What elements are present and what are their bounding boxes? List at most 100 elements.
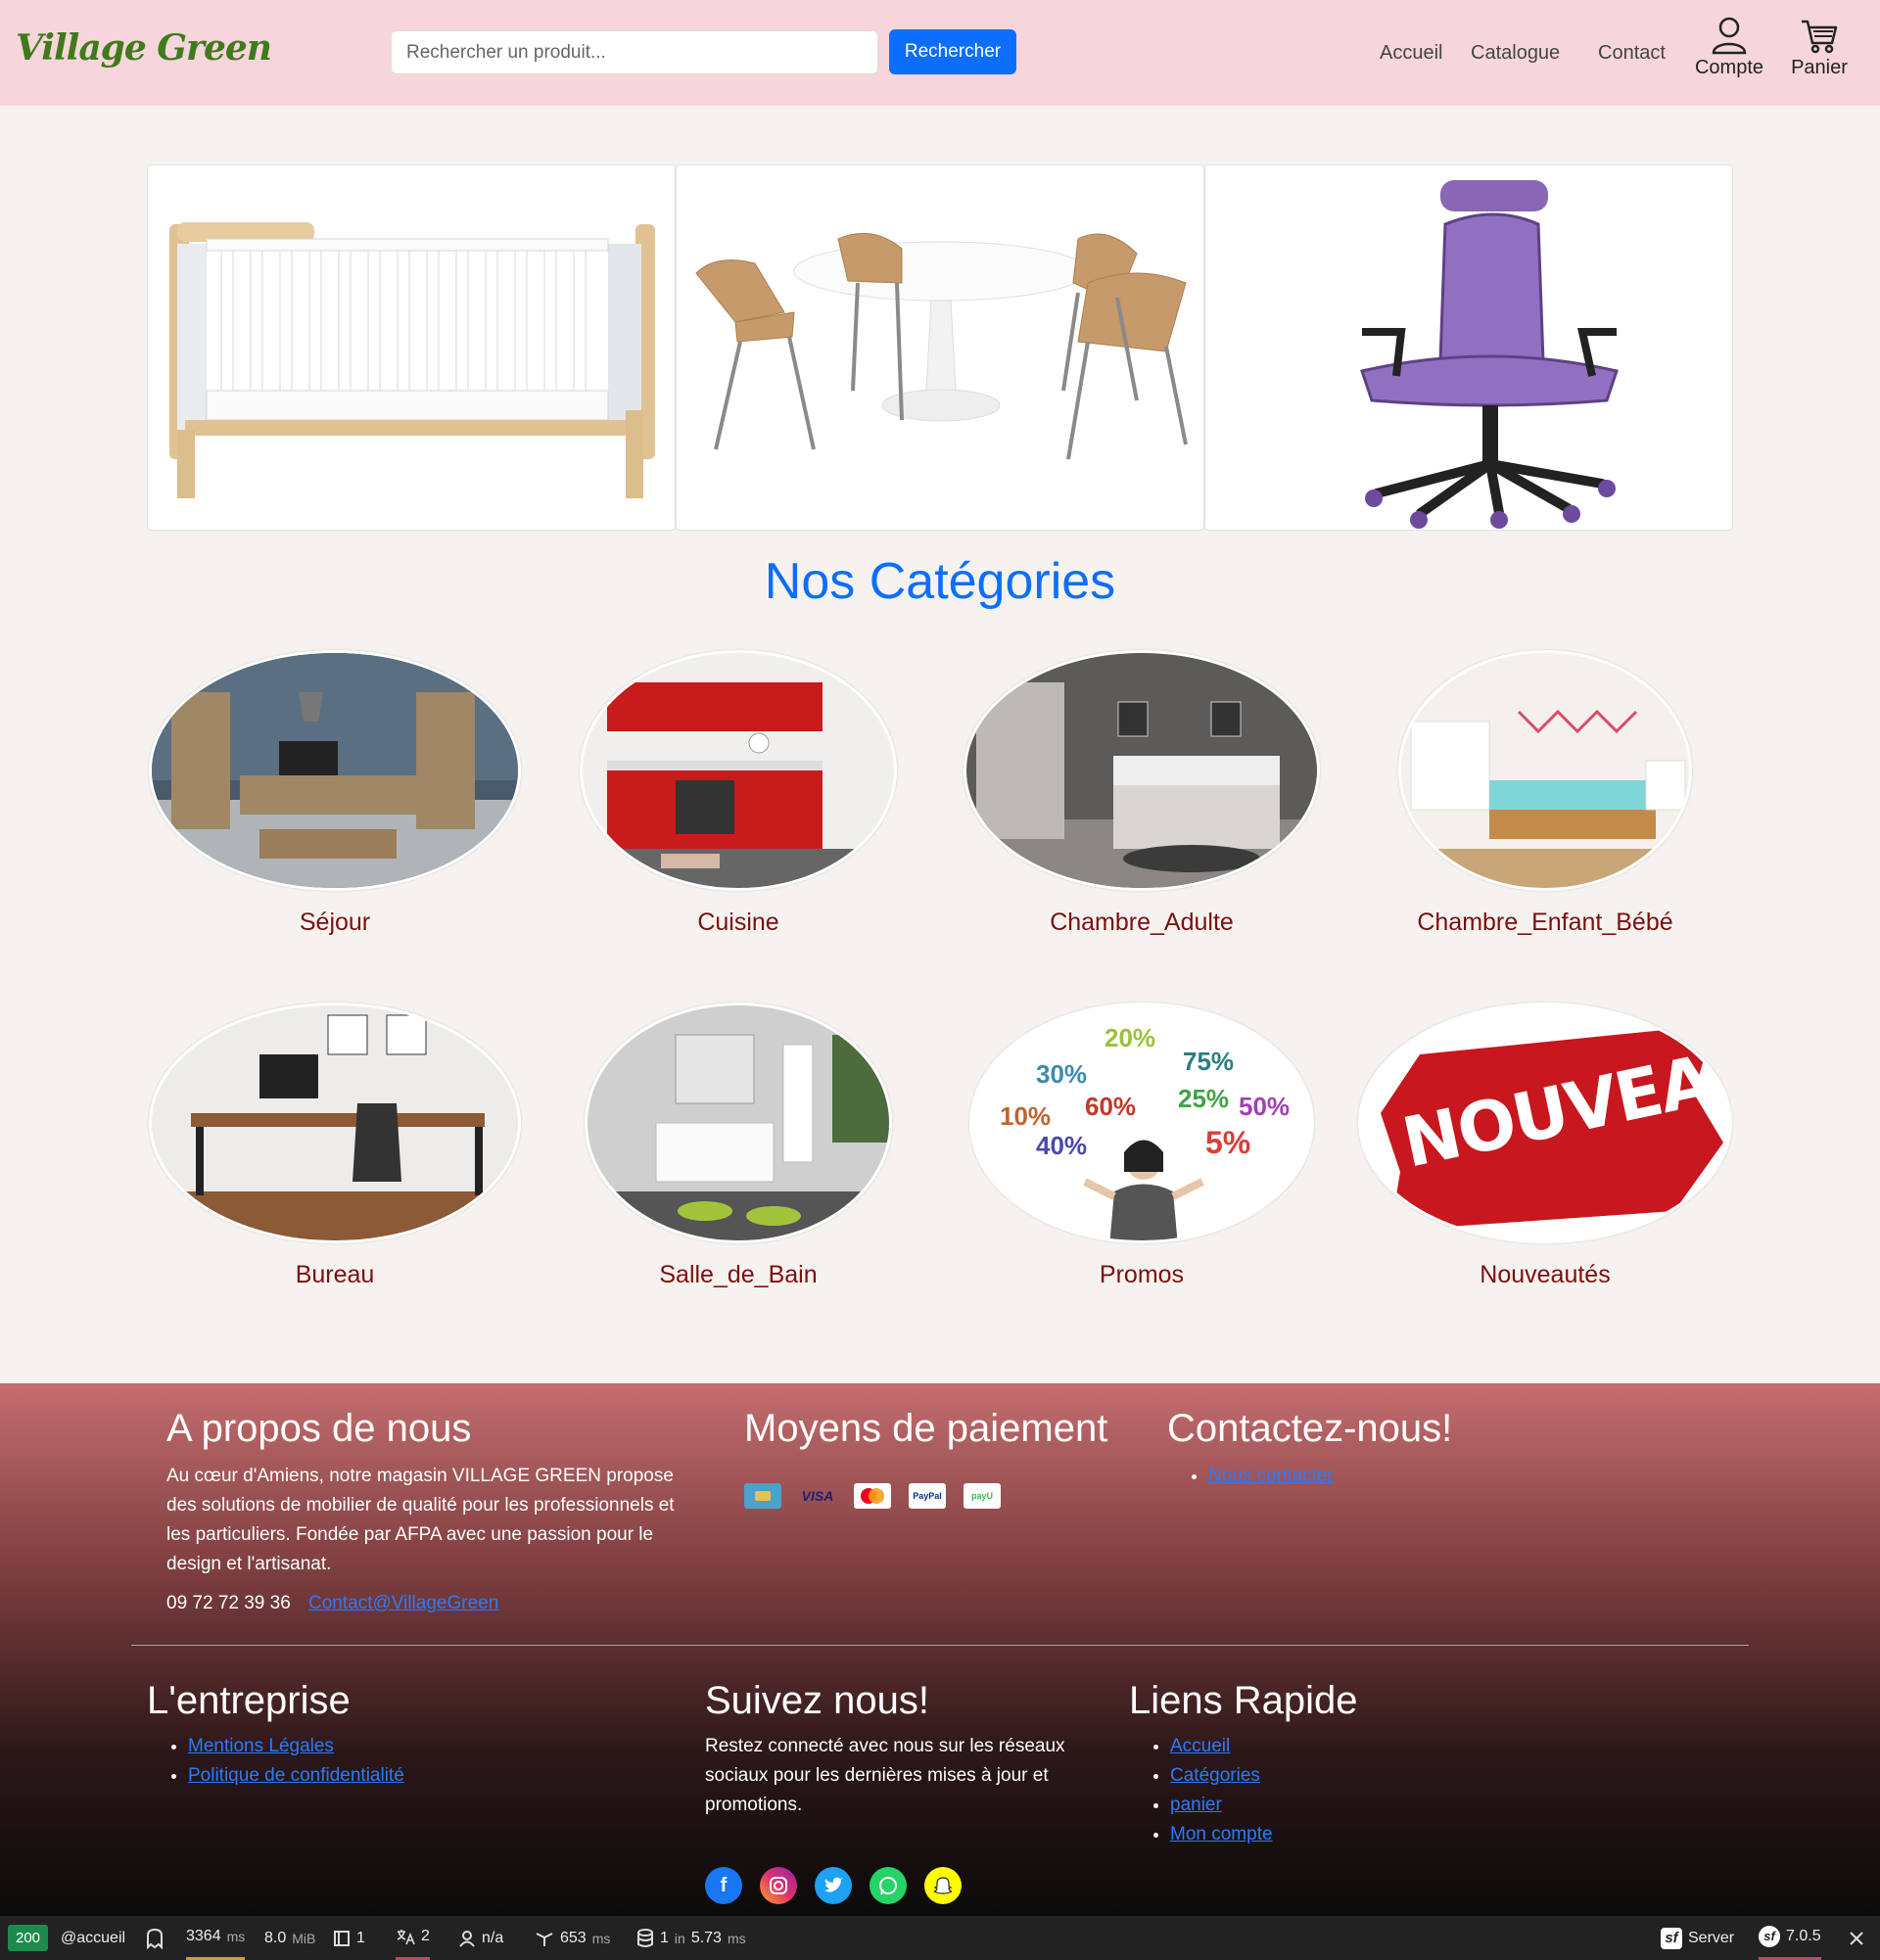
debug-status[interactable]: 200 — [8, 1916, 49, 1960]
search-input[interactable] — [391, 30, 878, 74]
db-unit: ms — [727, 1930, 746, 1946]
debug-server[interactable]: sf Server — [1661, 1916, 1734, 1960]
cart-icon — [1802, 20, 1838, 54]
category-bureau[interactable]: Bureau — [149, 1003, 521, 1289]
quick-link-account[interactable]: Mon compte — [1170, 1824, 1273, 1844]
category-image-chambre-enfant-bebe[interactable] — [1398, 650, 1692, 891]
debug-ghost[interactable] — [145, 1916, 164, 1960]
nav-catalog[interactable]: Catalogue — [1471, 42, 1560, 65]
quick-links: Accueil Catégories panier Mon compte — [1149, 1732, 1273, 1849]
symfony-icon: sf — [1661, 1927, 1682, 1949]
carousel-slide-crib[interactable] — [147, 164, 676, 531]
ajax-time: 653 — [560, 1929, 587, 1946]
footer-divider — [131, 1645, 1749, 1646]
ajax-unit: ms — [591, 1930, 611, 1946]
category-nouveautes[interactable]: NOUVEAU Nouveautés — [1358, 1003, 1732, 1289]
nav-cart[interactable]: Panier — [1784, 16, 1855, 79]
quick-list-item: Accueil — [1170, 1732, 1273, 1761]
privacy-link[interactable]: Politique de confidentialité — [188, 1765, 404, 1786]
search-button[interactable]: Rechercher — [889, 29, 1016, 74]
company-title: L'entreprise — [147, 1679, 351, 1722]
memory-value: 8.0 — [264, 1929, 287, 1946]
category-image-nouveautes[interactable]: NOUVEAU — [1358, 1003, 1732, 1243]
debug-version[interactable]: sf 7.0.5 — [1759, 1916, 1821, 1960]
category-label: Nouveautés — [1480, 1261, 1611, 1288]
user-icon — [1712, 17, 1747, 55]
ghost-icon — [147, 1928, 163, 1949]
time-unit: ms — [226, 1929, 246, 1944]
debug-route[interactable]: @accueil — [61, 1916, 125, 1960]
phone-number: 09 72 72 39 36 — [166, 1593, 291, 1613]
debug-time[interactable]: 3364 ms — [186, 1916, 246, 1960]
debug-close-button[interactable] — [1849, 1916, 1864, 1960]
category-cuisine[interactable]: Cuisine — [580, 650, 897, 937]
category-image-promos[interactable]: 20% 30% 75% 10% 60% 25% 50% 40% 5% — [969, 1003, 1314, 1243]
nav-home[interactable]: Accueil — [1380, 42, 1442, 65]
server-label: Server — [1688, 1929, 1735, 1946]
debug-database[interactable]: 1 in 5.73 ms — [636, 1916, 746, 1960]
db-time: 5.73 — [690, 1929, 722, 1946]
twitter-icon[interactable] — [815, 1867, 852, 1904]
nav-contact[interactable]: Contact — [1598, 42, 1666, 65]
cart-label: Panier — [1791, 57, 1848, 78]
forms-count: 1 — [356, 1929, 365, 1946]
whatsapp-icon[interactable] — [870, 1867, 907, 1904]
promo-percent: 75% — [1183, 1047, 1235, 1076]
category-image-salle-de-bain[interactable] — [585, 1003, 892, 1243]
debug-memory[interactable]: 8.0 MiB — [264, 1916, 315, 1960]
quick-list-item: panier — [1170, 1791, 1273, 1820]
translations-count: 2 — [421, 1928, 430, 1944]
category-image-chambre-adulte[interactable] — [964, 650, 1320, 891]
quick-list-item: Catégories — [1170, 1761, 1273, 1791]
email-link[interactable]: Contact@VillageGreen — [308, 1589, 498, 1618]
category-chambre-enfant-bebe[interactable]: Chambre_Enfant_Bébé — [1398, 650, 1692, 937]
category-promos[interactable]: 20% 30% 75% 10% 60% 25% 50% 40% 5% Promo… — [969, 1003, 1314, 1289]
about-title: A propos de nous — [166, 1407, 472, 1450]
category-label: Promos — [1099, 1261, 1185, 1288]
carousel-slide-dining[interactable] — [676, 164, 1204, 531]
category-sejour[interactable]: Séjour — [149, 650, 521, 937]
translation-icon — [397, 1930, 415, 1945]
category-image-bureau[interactable] — [149, 1003, 521, 1243]
memory-unit: MiB — [292, 1930, 316, 1946]
product-carousel[interactable] — [147, 164, 1733, 531]
quick-link-home[interactable]: Accueil — [1170, 1736, 1230, 1756]
logo[interactable]: Village Green — [16, 27, 272, 69]
category-salle-de-bain[interactable]: Salle_de_Bain — [585, 1003, 892, 1289]
contact-list: Nous contacter — [1187, 1462, 1334, 1491]
mastercard-icon — [854, 1483, 891, 1509]
route-name: @accueil — [61, 1929, 126, 1946]
instagram-icon[interactable] — [760, 1867, 797, 1904]
contact-link[interactable]: Nous contacter — [1208, 1466, 1334, 1486]
category-image-cuisine[interactable] — [580, 650, 897, 891]
quick-link-categories[interactable]: Catégories — [1170, 1765, 1260, 1786]
contact-title: Contactez-nous! — [1167, 1407, 1453, 1450]
dining-set-image — [695, 232, 1188, 460]
payment-title: Moyens de paiement — [744, 1407, 1108, 1450]
carousel-slide-office-chair[interactable] — [1204, 164, 1733, 531]
quick-link-cart[interactable]: panier — [1170, 1795, 1222, 1815]
social-icons: f — [705, 1867, 962, 1904]
debug-translations[interactable]: 2 — [396, 1916, 430, 1960]
category-image-sejour[interactable] — [149, 650, 521, 891]
debug-toolbar: 200 @accueil 3364 ms 8.0 MiB 1 2 n/a 653… — [0, 1916, 1880, 1960]
quick-links-title: Liens Rapide — [1129, 1679, 1358, 1722]
debug-forms[interactable]: 1 — [333, 1916, 365, 1960]
debug-ajax[interactable]: 653 ms — [535, 1916, 610, 1960]
time-value: 3364 — [186, 1928, 221, 1944]
payment-icons: VISA PayPal payU — [744, 1483, 1001, 1509]
legal-link[interactable]: Mentions Légales — [188, 1736, 334, 1756]
debug-user[interactable]: n/a — [458, 1916, 503, 1960]
contact-list-item: Nous contacter — [1208, 1462, 1334, 1491]
facebook-icon[interactable]: f — [705, 1867, 742, 1904]
promo-percent: 5% — [1205, 1125, 1251, 1160]
category-label: Chambre_Enfant_Bébé — [1417, 909, 1673, 936]
promo-percent: 25% — [1178, 1084, 1230, 1113]
promo-percent: 30% — [1036, 1059, 1088, 1089]
promo-percent: 50% — [1239, 1092, 1291, 1121]
snapchat-icon[interactable] — [924, 1867, 962, 1904]
promo-woman-image — [1083, 1140, 1204, 1240]
crib-image — [169, 222, 655, 498]
nav-account[interactable]: Compte — [1690, 16, 1768, 79]
category-chambre-adulte[interactable]: Chambre_Adulte — [964, 650, 1320, 937]
